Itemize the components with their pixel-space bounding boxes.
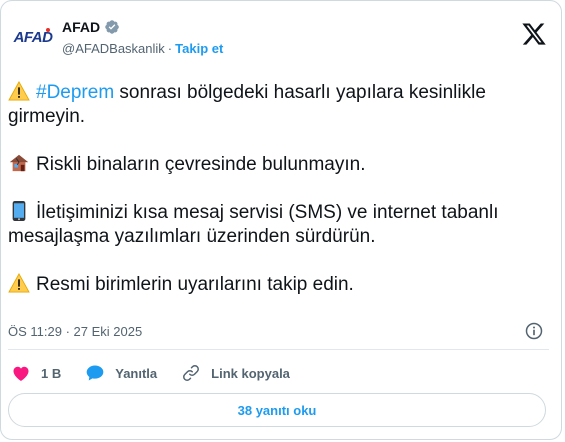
reply-label: Yanıtla: [115, 365, 158, 381]
verified-icon: [105, 20, 119, 34]
copy-link-button[interactable]: Link kopyala: [181, 363, 290, 383]
avatar[interactable]: AFAD: [9, 17, 57, 57]
separator: ·: [167, 41, 173, 56]
info-icon[interactable]: [524, 321, 544, 341]
author-info: AFAD @AFADBaskanlik · Takip et: [62, 19, 223, 56]
hashtag-link[interactable]: #Deprem: [36, 82, 114, 103]
paragraph-4-text: Resmi birimlerin uyarılarını takip edin.: [36, 274, 354, 295]
follow-link[interactable]: Takip et: [175, 41, 223, 56]
timestamp[interactable]: ÖS 11:29 · 27 Eki 2025: [8, 324, 142, 339]
warning-icon: [8, 273, 30, 293]
tweet-header: AFAD AFAD @AFADBaskanlik · Takip et: [9, 15, 549, 63]
paragraph-3-text: İletişiminizi kısa mesaj servisi (SMS) v…: [8, 202, 499, 247]
paragraph-2-text: Riskli binaların çevresinde bulunmayın.: [36, 154, 366, 175]
reply-button[interactable]: Yanıtla: [85, 363, 157, 383]
author-name[interactable]: AFAD: [62, 19, 100, 35]
like-count: 1 B: [41, 365, 62, 381]
speech-bubble-icon: [86, 365, 104, 381]
tweet-paragraph-3: İletişiminizi kısa mesaj servisi (SMS) v…: [8, 201, 548, 249]
tweet-paragraph-4: Resmi birimlerin uyarılarını takip edin.: [8, 273, 548, 297]
like-button[interactable]: 1 B: [11, 363, 61, 383]
author-handle[interactable]: @AFADBaskanlik: [62, 41, 165, 56]
tweet-card: AFAD AFAD @AFADBaskanlik · Takip et #Dep…: [0, 0, 562, 440]
copy-link-label: Link kopyala: [211, 365, 290, 381]
read-replies-button[interactable]: 38 yanıtı oku: [8, 393, 546, 427]
derelict-house-icon: [9, 154, 29, 172]
action-bar: 1 B Yanıtla Link kopyala: [11, 362, 314, 384]
tweet-meta: ÖS 11:29 · 27 Eki 2025: [8, 321, 548, 341]
warning-icon: [8, 81, 30, 101]
tweet-paragraph-1: #Deprem sonrası bölgedeki hasarlı yapıla…: [8, 81, 548, 129]
heart-icon: [13, 366, 29, 381]
mobile-phone-icon: [12, 201, 26, 221]
logo-dot: [46, 28, 50, 32]
tweet-text: #Deprem sonrası bölgedeki hasarlı yapıla…: [8, 81, 548, 321]
tweet-paragraph-2: Riskli binaların çevresinde bulunmayın.: [8, 153, 548, 177]
link-icon: [183, 365, 200, 381]
x-logo-icon[interactable]: [521, 21, 547, 47]
divider: [8, 349, 549, 350]
